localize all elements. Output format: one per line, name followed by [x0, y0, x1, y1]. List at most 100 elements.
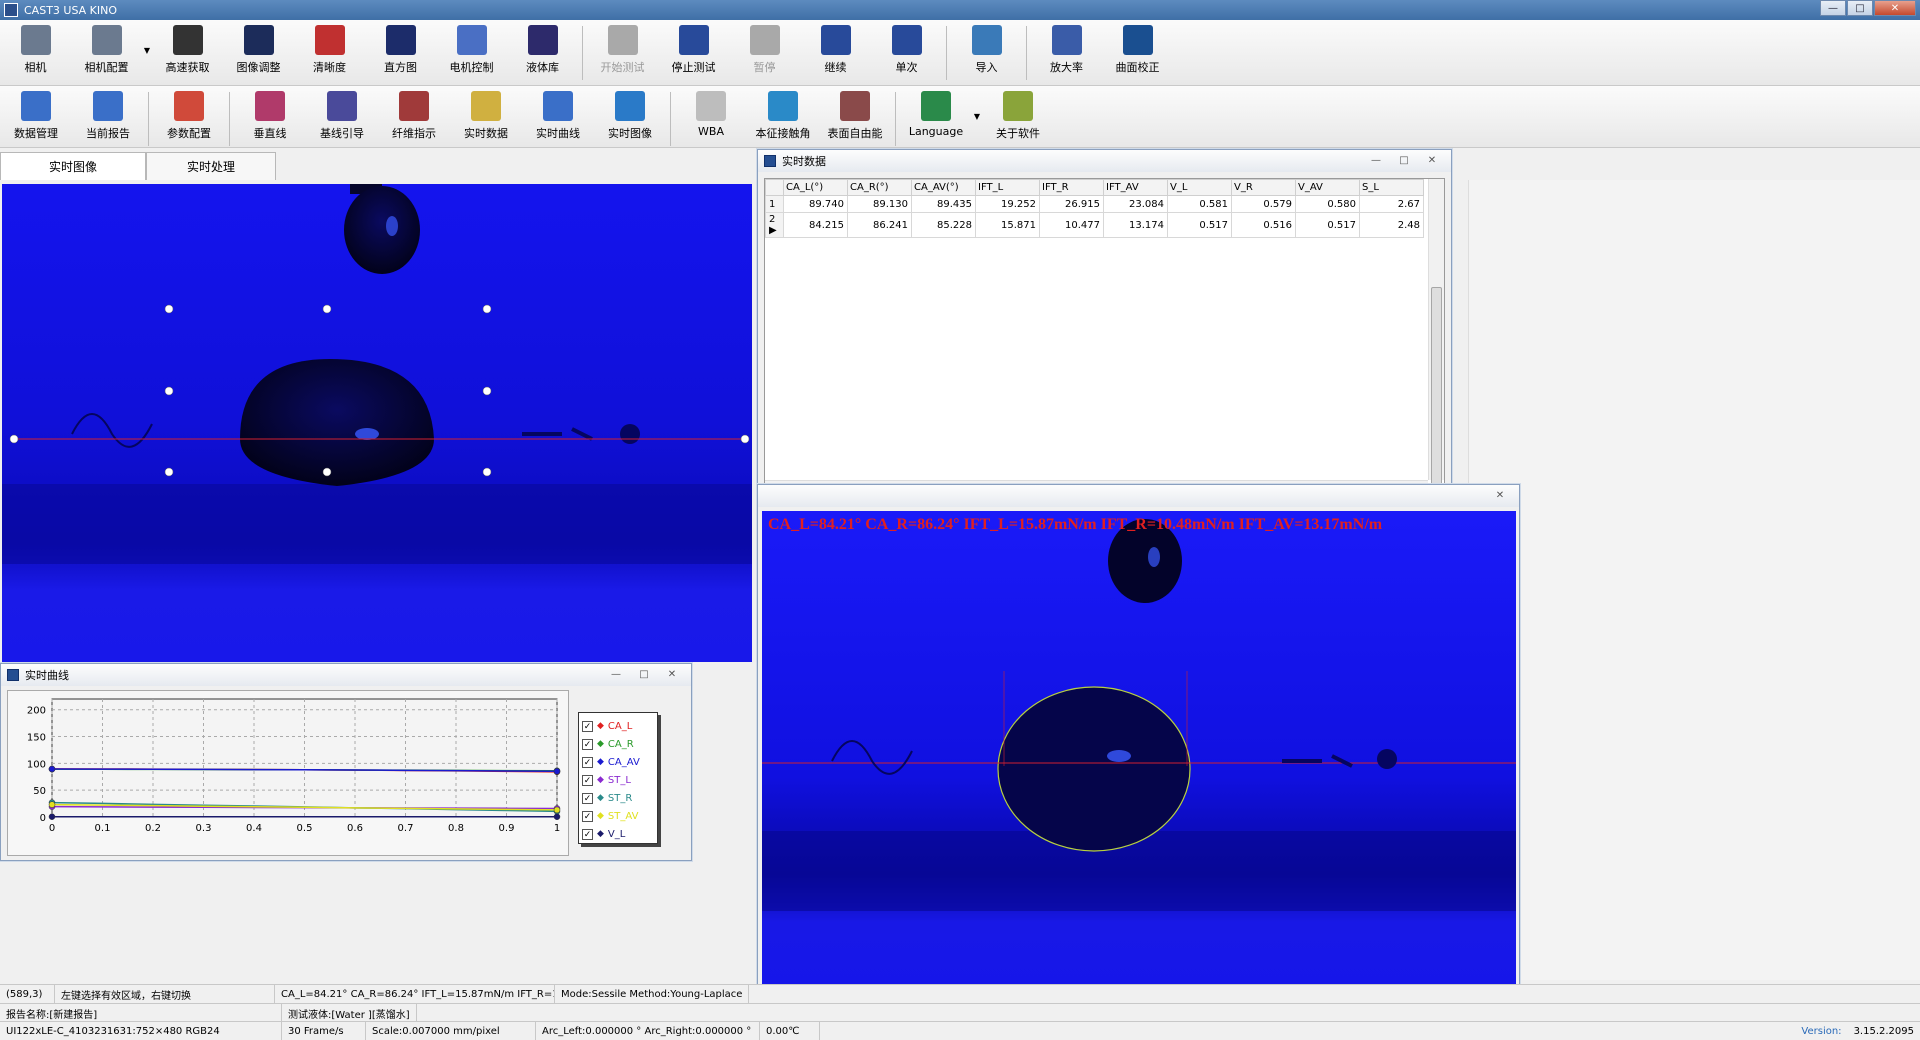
y-tick-label: 150 — [27, 733, 46, 744]
tab-realtime-image[interactable]: 实时图像 — [0, 152, 146, 180]
close-icon[interactable]: ✕ — [1419, 152, 1445, 168]
about-icon — [1003, 91, 1033, 121]
toolbar-button-camera-config[interactable]: 相机配置 — [71, 20, 142, 85]
toolbar-button-wba[interactable]: WBA — [675, 86, 747, 147]
toolbar-button-import[interactable]: 导入 — [951, 20, 1022, 85]
legend-item-v_l[interactable]: ✓ ◆ V_L — [582, 825, 654, 843]
toolbar-button-film[interactable]: 高速获取 — [152, 20, 223, 85]
stop-test-icon — [678, 25, 709, 55]
column-header[interactable]: IFT_L — [975, 179, 1040, 196]
legend-item-ca_r[interactable]: ✓ ◆ CA_R — [582, 735, 654, 753]
toolbar-button-continue[interactable]: 继续 — [800, 20, 871, 85]
column-header[interactable]: IFT_R — [1039, 179, 1104, 196]
toolbar-button-intrinsic-angle[interactable]: 本征接触角 — [747, 86, 819, 147]
legend-checkbox[interactable]: ✓ — [582, 828, 593, 840]
vertical-scrollbar[interactable] — [1428, 179, 1444, 487]
toolbar-button-image-adjust[interactable]: 图像调整 — [223, 20, 294, 85]
toolbar-button-pause[interactable]: 暂停 — [729, 20, 800, 85]
toolbar-separator — [229, 92, 230, 146]
column-header[interactable]: V_AV — [1295, 179, 1360, 196]
toolbar-button-baseline[interactable]: 基线引导 — [306, 86, 378, 147]
toolbar-button-settings-tools[interactable]: 参数配置 — [153, 86, 225, 147]
live-camera-image[interactable] — [2, 184, 752, 662]
import-icon — [971, 25, 1002, 55]
series-point-st_av — [48, 801, 56, 808]
column-header[interactable]: V_R — [1231, 179, 1296, 196]
toolbar-button-liquid-library[interactable]: 液体库 — [507, 20, 578, 85]
restore-icon[interactable]: □ — [1391, 152, 1417, 168]
toolbar-button-single-shot[interactable]: 单次 — [871, 20, 942, 85]
legend-checkbox[interactable]: ✓ — [582, 720, 593, 732]
legend-item-st_av[interactable]: ✓ ◆ ST_AV — [582, 807, 654, 825]
legend-checkbox[interactable]: ✓ — [582, 738, 593, 750]
column-header[interactable]: CA_L(°) — [783, 179, 848, 196]
title-bar: CAST3 USA KINO — □ ✕ — [0, 0, 1920, 20]
minimize-icon[interactable]: — — [603, 666, 629, 682]
legend-item-ca_l[interactable]: ✓ ◆ CA_L — [582, 717, 654, 735]
toolbar-button-about[interactable]: 关于软件 — [982, 86, 1054, 147]
legend-label: CA_R — [607, 738, 634, 750]
close-icon[interactable]: ✕ — [659, 666, 685, 682]
legend-item-st_r[interactable]: ✓ ◆ ST_R — [582, 789, 654, 807]
toolbar-button-realtime-data[interactable]: 实时数据 — [450, 86, 522, 147]
legend-label: CA_AV — [607, 756, 640, 768]
camera-icon — [20, 25, 51, 55]
close-icon[interactable]: ✕ — [1487, 487, 1513, 503]
column-header[interactable]: S_L — [1359, 179, 1424, 196]
toolbar-button-surface-energy[interactable]: 表面自由能 — [819, 86, 891, 147]
diamond-marker-icon: ◆ — [597, 739, 604, 749]
toolbar-button-curve-correction[interactable]: 曲面校正 — [1102, 20, 1173, 85]
processed-image[interactable]: CA_L=84.21° CA_R=86.24° IFT_L=15.87mN/m … — [762, 511, 1516, 995]
column-header[interactable]: CA_AV(°) — [911, 179, 976, 196]
table-cell: 89.130 — [847, 195, 912, 213]
scroll-thumb[interactable] — [1431, 287, 1442, 487]
toolbar-button-sharpness[interactable]: 清晰度 — [294, 20, 365, 85]
toolbar-button-label: 实时数据 — [464, 127, 508, 140]
toolbar-button-realtime-image[interactable]: 实时图像 — [594, 86, 666, 147]
minimize-button[interactable]: — — [1820, 0, 1846, 16]
maximize-button[interactable]: □ — [1847, 0, 1873, 16]
toolbar-button-fiber[interactable]: 纤维指示 — [378, 86, 450, 147]
close-button[interactable]: ✕ — [1874, 0, 1916, 16]
camera-info: UI122xLE-C_4103231631:752×480 RGB24 — [0, 1022, 282, 1040]
realtime-image-icon — [615, 91, 645, 121]
tab-realtime-processing[interactable]: 实时处理 — [146, 152, 276, 180]
legend-checkbox[interactable]: ✓ — [582, 810, 593, 822]
curve-window-titlebar[interactable]: 实时曲线 — □ ✕ — [1, 664, 691, 686]
legend-item-ca_av[interactable]: ✓ ◆ CA_AV — [582, 753, 654, 771]
toolbar-button-report[interactable]: 当前报告 — [72, 86, 144, 147]
toolbar-button-camera[interactable]: 相机 — [0, 20, 71, 85]
toolbar-button-label: 图像调整 — [236, 61, 281, 74]
toolbar-button-label: 实时图像 — [608, 127, 652, 140]
toolbar-button-globe[interactable]: Language — [900, 86, 972, 147]
toolbar-button-histogram[interactable]: 直方图 — [365, 20, 436, 85]
toolbar-button-vertical-line[interactable]: 垂直线 — [234, 86, 306, 147]
image-window-titlebar[interactable]: ✕ — [758, 485, 1519, 507]
column-header[interactable]: CA_R(°) — [847, 179, 912, 196]
x-tick-label: 0.3 — [196, 823, 212, 834]
table-row[interactable]: 1 89.740 89.130 89.435 19.252 26.915 23.084 0.5… — [765, 195, 1424, 213]
restore-icon[interactable]: □ — [631, 666, 657, 682]
data-window-titlebar[interactable]: 实时数据 — □ ✕ — [758, 150, 1451, 172]
camera-config-icon — [91, 25, 122, 55]
legend-checkbox[interactable]: ✓ — [582, 792, 593, 804]
table-row[interactable]: 2 ▶ 84.215 86.241 85.228 15.871 10.477 13.174 0… — [765, 212, 1424, 238]
x-tick-label: 0.7 — [398, 823, 414, 834]
legend-checkbox[interactable]: ✓ — [582, 756, 593, 768]
toolbar-button-magnification[interactable]: 放大率 — [1031, 20, 1102, 85]
dropdown-arrow-icon[interactable]: ▼ — [142, 46, 152, 55]
toolbar-button-gears[interactable]: 电机控制 — [436, 20, 507, 85]
legend-item-st_l[interactable]: ✓ ◆ ST_L — [582, 771, 654, 789]
toolbar-button-realtime-curve[interactable]: 实时曲线 — [522, 86, 594, 147]
frame-rate: 30 Frame/s — [282, 1022, 366, 1040]
toolbar-button-data-management[interactable]: 数据管理 — [0, 86, 72, 147]
column-header[interactable]: V_L — [1167, 179, 1232, 196]
legend-checkbox[interactable]: ✓ — [582, 774, 593, 786]
cursor-coords: (589,3) — [0, 985, 55, 1003]
toolbar-button-start-test[interactable]: 开始测试 — [587, 20, 658, 85]
dropdown-arrow-icon[interactable]: ▼ — [972, 112, 982, 121]
toolbar-button-stop-test[interactable]: 停止测试 — [658, 20, 729, 85]
column-header[interactable]: IFT_AV — [1103, 179, 1168, 196]
continue-icon — [820, 25, 851, 55]
minimize-icon[interactable]: — — [1363, 152, 1389, 168]
